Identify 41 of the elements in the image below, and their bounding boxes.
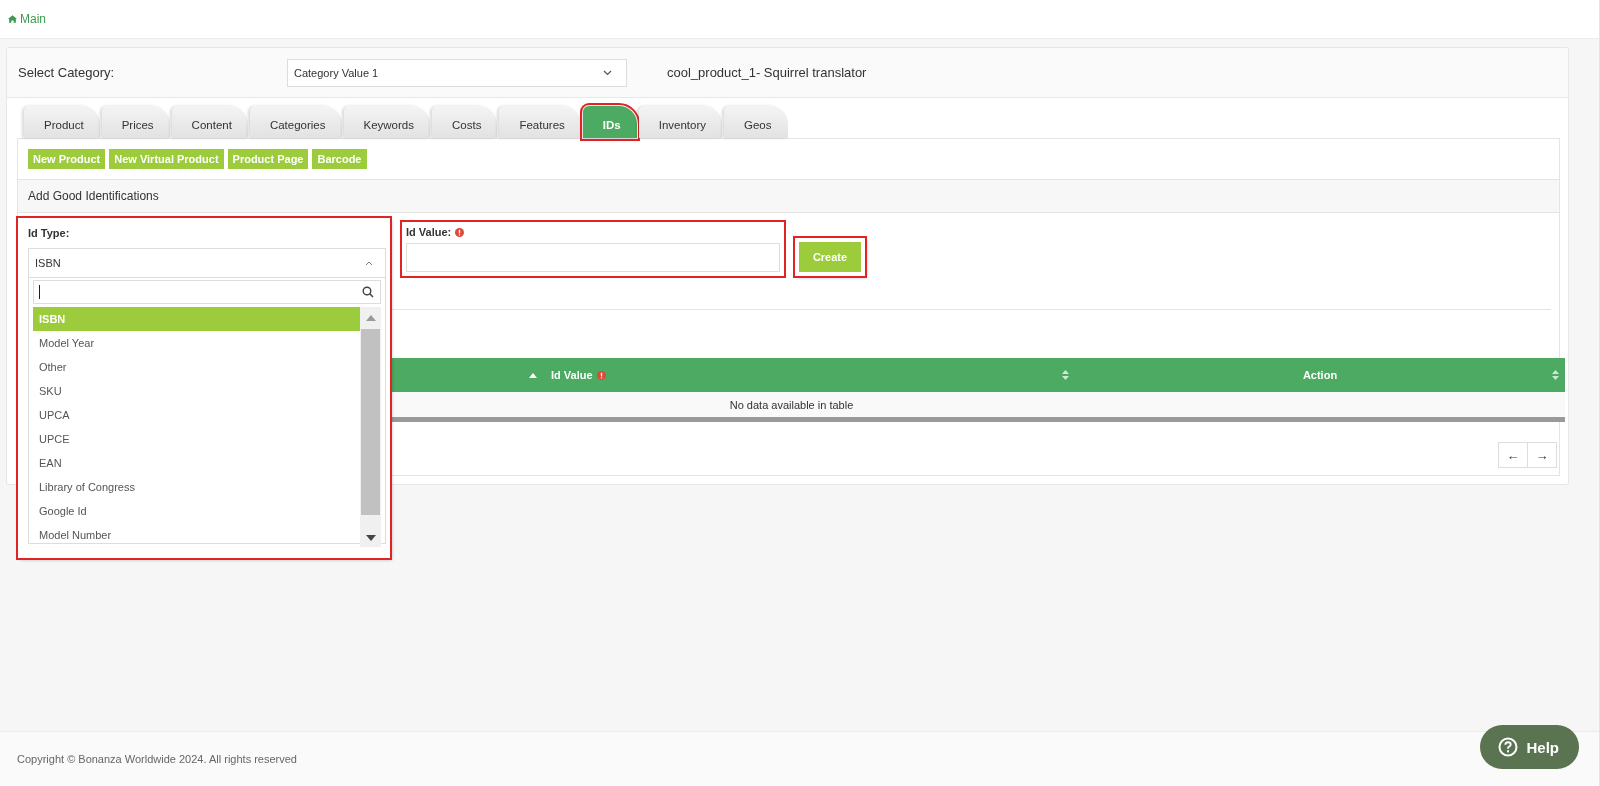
tab[interactable]: Product: [24, 106, 100, 138]
pagination-button[interactable]: →: [1527, 442, 1557, 468]
category-label: Select Category:: [18, 65, 116, 80]
id-value-input[interactable]: [406, 243, 780, 272]
help-button[interactable]: Help: [1480, 725, 1579, 769]
product-title: cool_product_1- Squirrel translator: [667, 65, 867, 80]
pagination-button[interactable]: ←: [1498, 442, 1528, 468]
section-header: Add Good Identifications: [18, 179, 1559, 213]
chevron-down-icon: [603, 69, 612, 76]
id-value-label: Id Value:: [406, 226, 465, 238]
scrollbar[interactable]: [360, 307, 381, 547]
search-icon: [362, 286, 374, 298]
tab[interactable]: Costs: [432, 106, 498, 138]
dropdown-option[interactable]: Model Number: [33, 523, 360, 547]
category-select[interactable]: Category Value 1: [287, 58, 627, 87]
sort-ascending-icon[interactable]: [529, 372, 537, 378]
question-icon: [1498, 737, 1519, 757]
dropdown-option[interactable]: Other: [33, 355, 360, 379]
tab[interactable]: Content: [171, 106, 248, 138]
search-field[interactable]: [33, 280, 381, 304]
tab[interactable]: Prices: [101, 106, 170, 138]
dropdown-option[interactable]: Library of Congress: [33, 475, 360, 499]
dropdown-option[interactable]: EAN: [33, 451, 360, 475]
home-icon: [8, 15, 17, 23]
chevron-up-icon: [365, 260, 373, 266]
tab[interactable]: Features: [499, 106, 581, 138]
dropdown-option[interactable]: Model Year: [33, 331, 360, 355]
dropdown-option[interactable]: UPCE: [33, 427, 360, 451]
sort-icon[interactable]: [1062, 370, 1069, 380]
id-type-select[interactable]: ISBN: [28, 248, 386, 278]
main-link[interactable]: Main: [8, 12, 46, 26]
tab[interactable]: Inventory: [638, 106, 722, 138]
scroll-up-arrow-icon[interactable]: [365, 315, 376, 321]
sort-icon[interactable]: [1552, 370, 1559, 380]
tab[interactable]: Geos: [724, 106, 788, 138]
copyright-text: Copyright © Bonanza Worldwide 2024. All rights reserved: [17, 753, 297, 765]
id-type-label: Id Type:: [28, 227, 70, 239]
scroll-down-arrow-icon[interactable]: [365, 535, 376, 541]
tab[interactable]: Categories: [249, 106, 342, 138]
tab[interactable]: Keywords: [343, 106, 430, 138]
dropdown-option[interactable]: Google Id: [33, 499, 360, 523]
